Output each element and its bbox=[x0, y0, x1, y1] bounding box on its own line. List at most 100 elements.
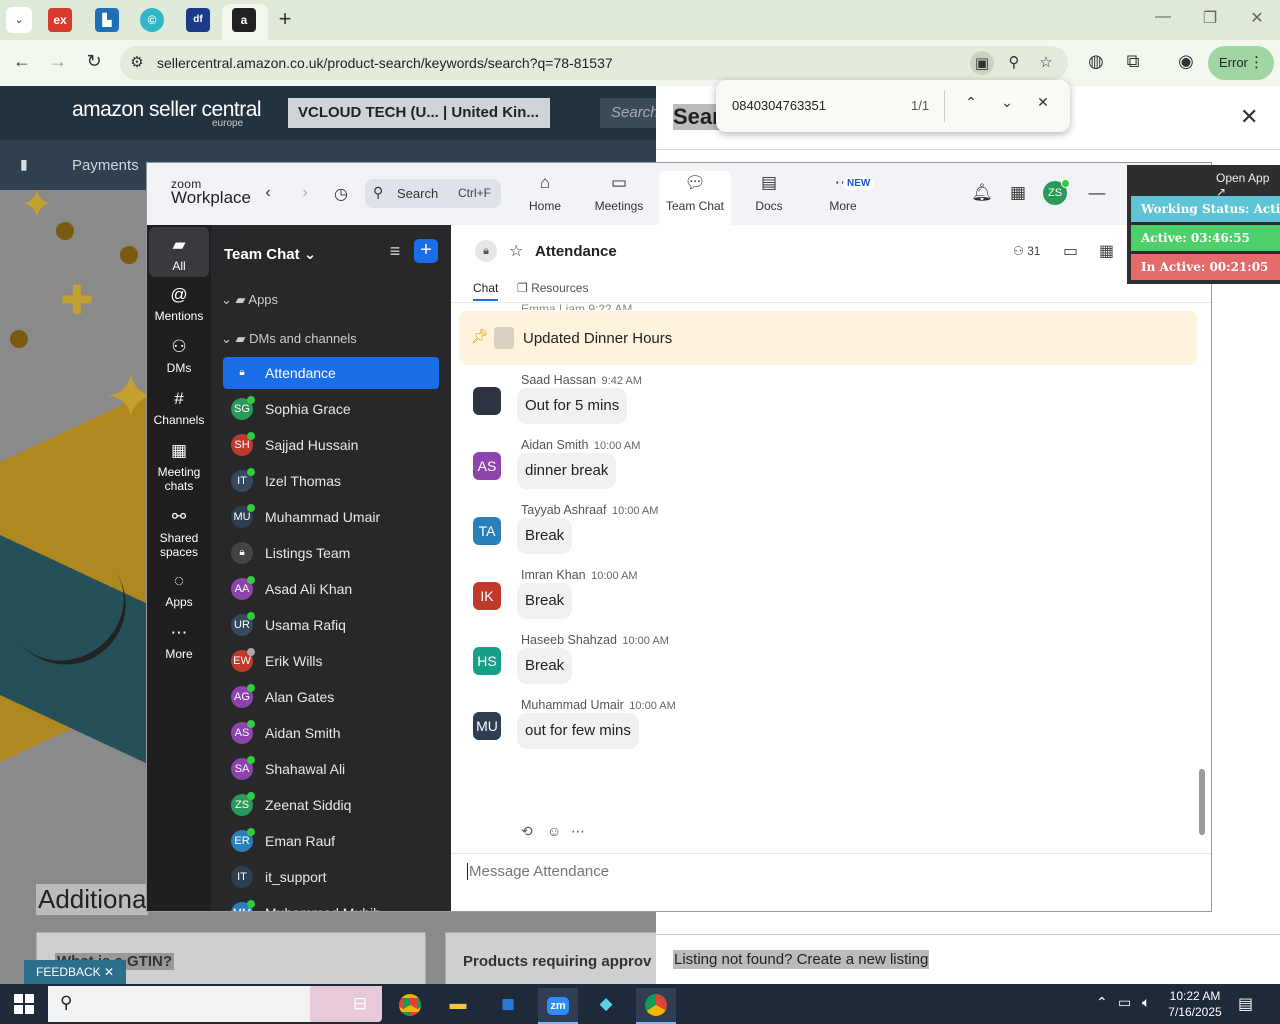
sidebar-item-izel-thomas[interactable]: IT Izel Thomas bbox=[223, 465, 439, 497]
tab-home[interactable]: ⌂ Home bbox=[509, 171, 581, 225]
open-app-link[interactable]: Open App ↗ bbox=[1216, 171, 1280, 199]
minimize-window-icon[interactable]: — bbox=[1148, 8, 1178, 26]
create-listing-link[interactable]: Listing not found? Create a new listing bbox=[673, 950, 930, 969]
tab-team-chat[interactable]: 💬︎ Team Chat bbox=[659, 171, 731, 225]
chrome-icon[interactable] bbox=[390, 988, 430, 1024]
favorite-star-icon[interactable]: ☆ bbox=[509, 241, 523, 261]
diamond-app-icon[interactable]: ◆ bbox=[586, 988, 626, 1024]
notifications-bell-icon[interactable]: 🔔︎ bbox=[970, 183, 994, 203]
bookmark-icon[interactable]: ▮ bbox=[20, 156, 28, 173]
more-actions-icon[interactable]: ⋯ bbox=[571, 823, 585, 840]
amazon-tab-icon[interactable]: a bbox=[232, 8, 256, 32]
amazon-search-input[interactable]: Search bbox=[600, 98, 660, 128]
avatar[interactable]: HS bbox=[473, 647, 501, 675]
zoom-minimize-icon[interactable]: — bbox=[1085, 183, 1109, 203]
sidebar-item-usama-rafiq[interactable]: UR Usama Rafiq bbox=[223, 609, 439, 641]
message-bubble[interactable]: Out for 5 mins bbox=[517, 388, 628, 424]
message-bubble[interactable]: out for few mins bbox=[517, 713, 639, 749]
sidebar-item-listings-team[interactable]: 🔒︎ Listings Team bbox=[223, 537, 439, 569]
restore-window-icon[interactable]: ❐ bbox=[1195, 8, 1225, 28]
avatar[interactable]: IK bbox=[473, 582, 501, 610]
sidebar-item-it-support[interactable]: IT it_support bbox=[223, 861, 439, 893]
filter-icon[interactable]: ≡ bbox=[383, 241, 407, 262]
message-bubble[interactable]: dinner break bbox=[517, 453, 617, 489]
translate-icon[interactable]: ◍ bbox=[1084, 51, 1108, 72]
find-close-icon[interactable]: ✕ bbox=[1032, 94, 1054, 111]
members-count[interactable]: ⚇ 31 bbox=[1013, 244, 1040, 258]
message-sender[interactable]: Imran Khan bbox=[521, 568, 586, 582]
error-profile-button[interactable]: Error ⋮ bbox=[1208, 46, 1274, 80]
history-icon[interactable]: ◷ bbox=[331, 184, 351, 204]
sidebar-item-shahawal-ali[interactable]: SA Shahawal Ali bbox=[223, 753, 439, 785]
profile-icon[interactable]: ◉ bbox=[1174, 51, 1198, 72]
back-icon[interactable]: ← bbox=[10, 51, 34, 72]
sidebar-item-attendance[interactable]: 🔒︎ Attendance bbox=[223, 357, 439, 389]
blue-app-tab-icon[interactable]: ▙ bbox=[95, 8, 119, 32]
rail-dms[interactable]: ⚇ DMs bbox=[149, 337, 209, 375]
pinned-message[interactable]: 📌︎ Updated Dinner Hours bbox=[459, 311, 1197, 365]
sidebar-title[interactable]: Team Chat ⌄ bbox=[224, 245, 316, 263]
tab-search-dropdown-icon[interactable]: ⌄ bbox=[6, 7, 32, 33]
rail-meeting-chats[interactable]: ▦ Meeting chats bbox=[149, 441, 209, 493]
site-info-icon[interactable]: ⚙ bbox=[126, 53, 148, 71]
file-explorer-icon[interactable]: ▬ bbox=[438, 988, 478, 1024]
sidebar-item-sajjad-hussain[interactable]: SH Sajjad Hussain bbox=[223, 429, 439, 461]
zoom-search-input[interactable]: ⚲ Search Ctrl+F bbox=[365, 179, 501, 208]
avatar[interactable]: AS bbox=[473, 452, 501, 480]
message-sender[interactable]: Muhammad Umair bbox=[521, 698, 624, 712]
notification-center-icon[interactable]: ▤ bbox=[1238, 994, 1253, 1014]
tab-resources[interactable]: ❐ Resources bbox=[517, 281, 588, 295]
video-call-icon[interactable]: ▭ bbox=[1063, 241, 1078, 261]
outlook-icon[interactable]: ◼ bbox=[488, 988, 528, 1024]
forward-icon[interactable]: → bbox=[46, 51, 70, 72]
sidebar-item-muhammad-muhib[interactable]: MMMuhammad Muhib bbox=[223, 897, 439, 911]
avatar[interactable]: TA bbox=[473, 517, 501, 545]
network-icon[interactable]: ▭ bbox=[1118, 994, 1131, 1011]
sidebar-item-asad-ali-khan[interactable]: AA Asad Ali Khan bbox=[223, 573, 439, 605]
message-bubble[interactable]: Break bbox=[517, 648, 573, 684]
message-sender[interactable]: Tayyab Ashraaf bbox=[521, 503, 606, 517]
message-sender[interactable]: Haseeb Shahzad bbox=[521, 633, 617, 647]
task-view-icon[interactable]: ⊟ bbox=[340, 988, 380, 1024]
rail-more[interactable]: ⋯ More bbox=[149, 623, 209, 661]
channel-calendar-icon[interactable]: ▦ bbox=[1099, 241, 1114, 261]
message-sender[interactable]: Aidan Smith bbox=[521, 438, 588, 452]
dms-section[interactable]: ⌄ ▰ DMs and channels bbox=[221, 331, 357, 347]
address-bar[interactable]: ⚙ sellercentral.amazon.co.uk/product-sea… bbox=[120, 46, 1068, 80]
menu-kebab-icon[interactable]: ⋮ bbox=[1249, 53, 1264, 71]
account-switcher[interactable]: VCLOUD TECH (U... | United Kin... bbox=[288, 98, 550, 128]
volume-icon[interactable]: 🔈︎ bbox=[1142, 994, 1150, 1011]
close-icon[interactable]: ✕ bbox=[1240, 104, 1258, 130]
excel-tab-icon[interactable]: ex bbox=[48, 8, 72, 32]
sidebar-item-muhammad-umair[interactable]: MU Muhammad Umair bbox=[223, 501, 439, 533]
tray-overflow-icon[interactable]: ⌃ bbox=[1096, 994, 1108, 1011]
zoom-icon[interactable]: ⚲ bbox=[1003, 53, 1025, 71]
windows-start-icon[interactable] bbox=[14, 994, 34, 1014]
channel-title[interactable]: Attendance bbox=[535, 243, 617, 260]
new-tab-button[interactable]: + bbox=[272, 6, 298, 32]
rail-shared-spaces[interactable]: ⚯ Shared spaces bbox=[149, 507, 209, 559]
message-composer[interactable]: Message Attendance bbox=[467, 863, 609, 880]
message-bubble[interactable]: Break bbox=[517, 518, 573, 554]
rail-all[interactable]: ▰ All bbox=[149, 227, 209, 277]
sidebar-item-eman-rauf[interactable]: ER Eman Rauf bbox=[223, 825, 439, 857]
apps-section[interactable]: ⌄ ▰ Apps bbox=[221, 292, 278, 308]
reload-icon[interactable]: ↻ bbox=[82, 51, 106, 72]
sidebar-item-aidan-smith[interactable]: AS Aidan Smith bbox=[223, 717, 439, 749]
new-chat-button[interactable]: + bbox=[414, 239, 438, 263]
zoom-taskbar-icon[interactable]: zm bbox=[538, 988, 578, 1024]
find-previous-icon[interactable]: ⌃ bbox=[960, 94, 982, 111]
close-window-icon[interactable]: ✕ bbox=[1242, 8, 1272, 28]
sidebar-item-alan-gates[interactable]: AG Alan Gates bbox=[223, 681, 439, 713]
zoom-forward-icon[interactable]: › bbox=[295, 184, 315, 202]
df-tab-icon[interactable]: df bbox=[186, 8, 210, 32]
calendar-icon[interactable]: ▦ bbox=[1006, 183, 1030, 203]
rail-channels[interactable]: # Channels bbox=[149, 389, 209, 427]
page-action-icon[interactable]: ▣ bbox=[970, 51, 994, 75]
feedback-button[interactable]: FEEDBACK ✕ bbox=[24, 960, 127, 984]
rail-apps[interactable]: ◌ Apps bbox=[149, 571, 209, 609]
system-clock[interactable]: 10:22 AM 7/16/2025 bbox=[1164, 988, 1226, 1020]
message-bubble[interactable]: Break bbox=[517, 583, 573, 619]
find-input[interactable]: 0840304763351 bbox=[732, 98, 826, 113]
sidebar-item-zeenat-siddiq[interactable]: ZS Zeenat Siddiq bbox=[223, 789, 439, 821]
